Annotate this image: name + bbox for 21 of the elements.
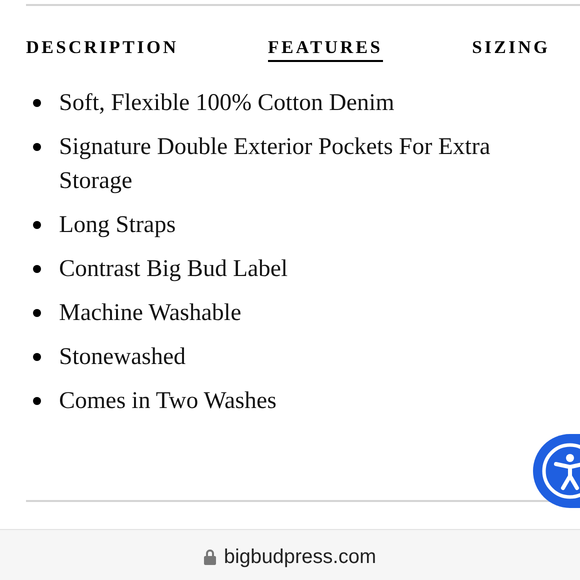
bullet-icon: [33, 221, 41, 229]
url-text: bigbudpress.com: [224, 545, 376, 570]
feature-text: Soft, Flexible 100% Cotton Denim: [59, 89, 394, 118]
bullet-icon: [33, 353, 41, 361]
bullet-icon: [33, 397, 41, 405]
bullet-icon: [33, 99, 41, 107]
accessibility-button[interactable]: [533, 434, 580, 508]
feature-text: Long Straps: [59, 211, 176, 240]
tab[interactable]: DESCRIPTION: [26, 36, 179, 62]
feature-text: Machine Washable: [59, 299, 242, 328]
feature-text: Contrast Big Bud Label: [59, 255, 288, 284]
bullet-icon: [33, 265, 41, 273]
bullet-icon: [33, 143, 41, 151]
tab[interactable]: FEATURES: [268, 36, 383, 62]
address-bar[interactable]: bigbudpress.com: [0, 529, 580, 580]
tab[interactable]: SIZING: [472, 36, 550, 62]
accessibility-icon: [540, 441, 580, 501]
feature-text: Stonewashed: [59, 343, 186, 372]
bullet-icon: [33, 309, 41, 317]
feature-text: Comes in Two Washes: [59, 387, 276, 416]
feature-text: Signature Double Exterior Pockets For Extra Storage: [59, 133, 492, 196]
